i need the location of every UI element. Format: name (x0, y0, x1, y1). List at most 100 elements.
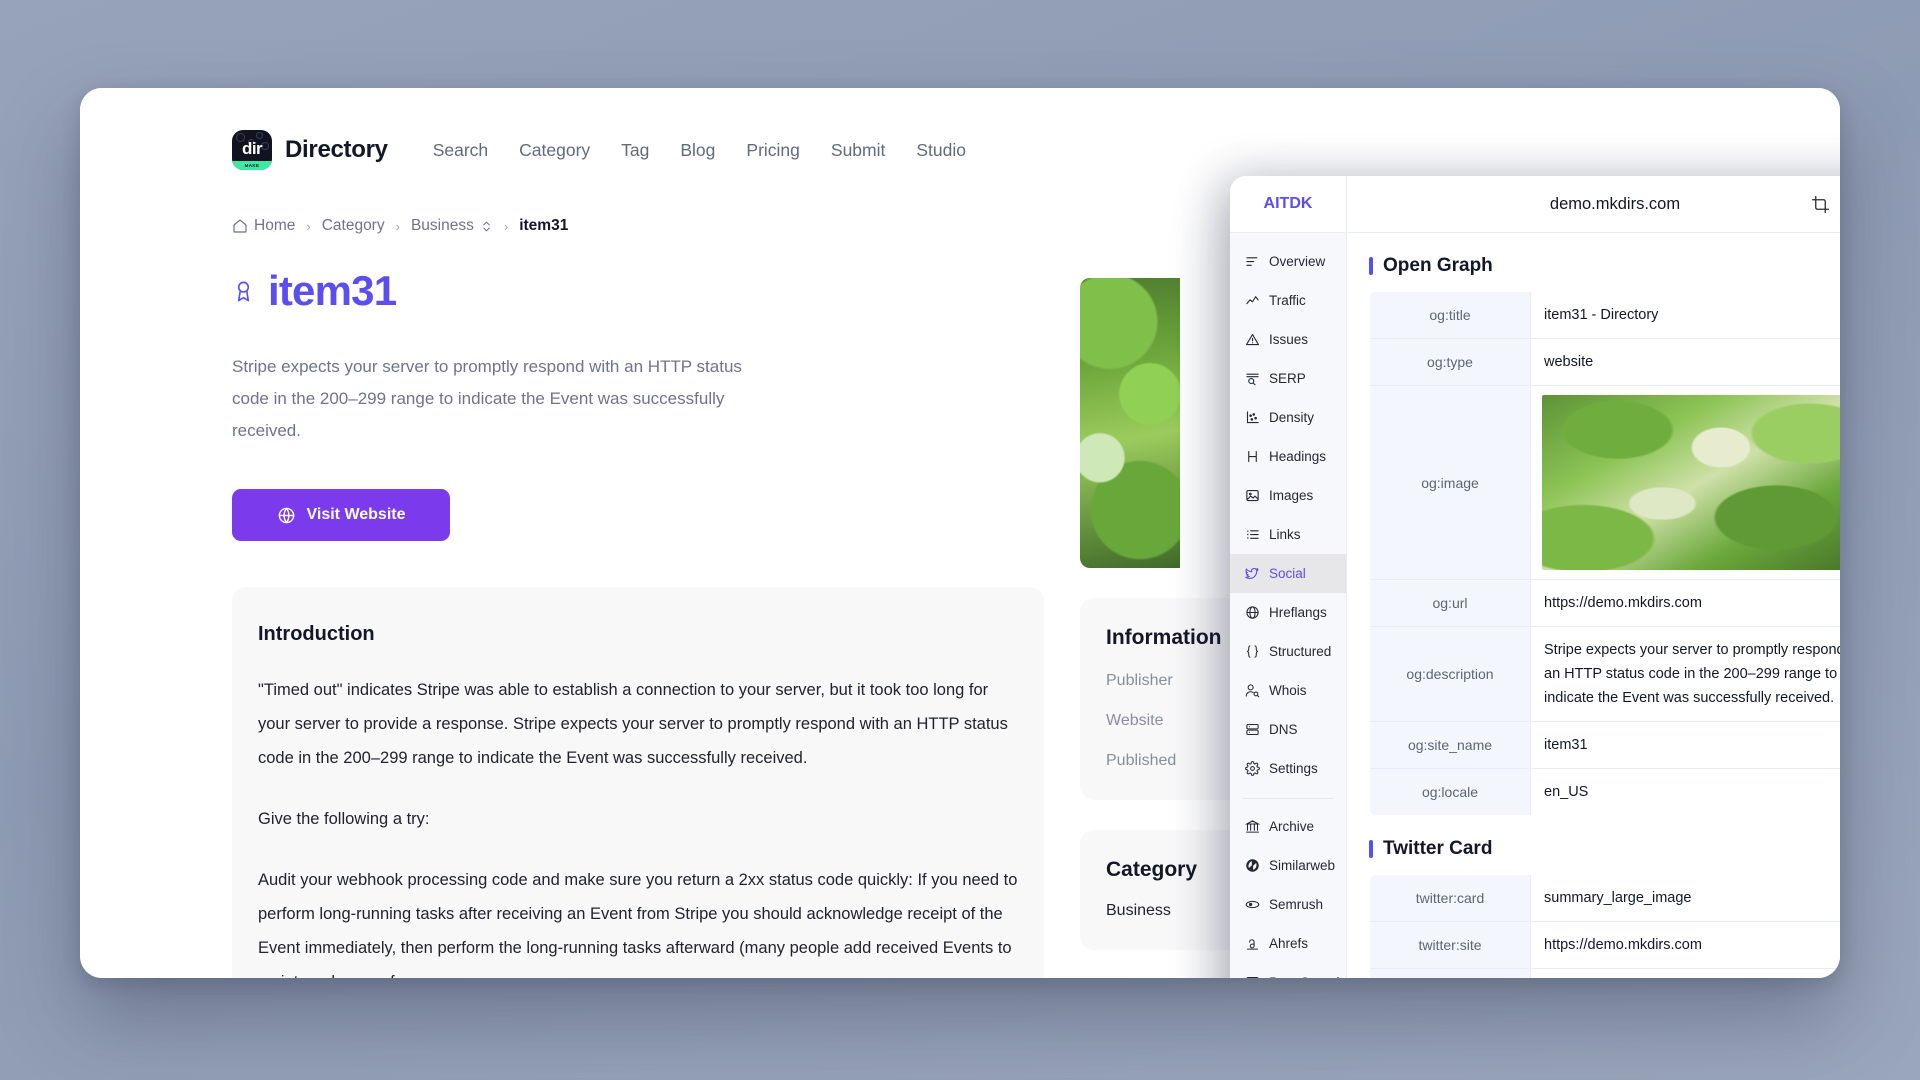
table-row: og:title item31 - Directory (1370, 292, 1840, 339)
sidebar-item-density[interactable]: Density (1230, 398, 1346, 437)
archive-bank-icon (1244, 819, 1260, 835)
browser-window: dir MAKE Directory Search Category Tag B… (80, 88, 1840, 978)
image-icon (1244, 488, 1260, 504)
extension-content: Open Graph og:title item31 - Directory o… (1347, 233, 1840, 978)
visit-website-button[interactable]: Visit Website (232, 489, 450, 541)
chart-line-icon (1244, 293, 1260, 309)
sidebar-item-similarweb[interactable]: Similarweb (1230, 846, 1346, 885)
twitter-card-table: twitter:card summary_large_image twitter… (1369, 874, 1840, 978)
extension-domain-label: demo.mkdirs.com (1549, 194, 1681, 213)
breadcrumb-label-business: Business (410, 217, 474, 234)
sidebar-label-serp: SERP (1269, 371, 1306, 386)
sidebar-label-ahrefs: Ahrefs (1269, 936, 1309, 951)
extension-topbar: AITDK demo.mkdirs.com (1230, 176, 1840, 233)
tw-key-site: twitter:site (1370, 921, 1531, 969)
visit-website-label: Visit Website (306, 506, 406, 523)
item-description: Stripe expects your server to promptly r… (232, 357, 742, 440)
breadcrumb-label-category: Category (321, 217, 385, 234)
sidebar-item-issues[interactable]: Issues (1230, 320, 1346, 359)
breadcrumb-item-business[interactable]: Business (411, 217, 493, 235)
chevron-updown-icon[interactable] (480, 219, 493, 234)
item-hero-image (1080, 278, 1180, 568)
nav-item-studio[interactable]: Studio (916, 140, 966, 161)
sidebar-label-archive: Archive (1269, 819, 1315, 834)
sidebar-item-ahrefs[interactable]: Ahrefs (1230, 924, 1346, 963)
sidebar-item-overview[interactable]: Overview (1230, 242, 1346, 281)
aitdk-extension-panel: AITDK demo.mkdirs.com Overview Traffic I… (1230, 176, 1840, 978)
sidebar-label-links: Links (1269, 527, 1301, 542)
breadcrumb-separator: › (395, 218, 400, 234)
links-list-icon (1244, 527, 1260, 543)
sidebar-item-serp[interactable]: SERP (1230, 359, 1346, 398)
extension-brand[interactable]: AITDK (1230, 176, 1347, 232)
sidebar-item-structured[interactable]: Structured (1230, 632, 1346, 671)
og-key-url: og:url (1370, 579, 1531, 627)
breadcrumb-item-category[interactable]: Category (322, 217, 385, 235)
sidebar-item-traffic[interactable]: Traffic (1230, 281, 1346, 320)
nav-item-search[interactable]: Search (433, 140, 488, 161)
sidebar-label-traffic: Traffic (1269, 293, 1306, 308)
table-row: og:image (1370, 385, 1840, 580)
tw-value-site[interactable]: https://demo.mkdirs.com (1530, 921, 1840, 969)
og-value-image (1530, 385, 1840, 580)
sidebar-item-pagespeed[interactable]: PageSpeed (1230, 963, 1346, 978)
logo-badge: MAKE (232, 161, 272, 170)
bird-icon (1244, 566, 1260, 582)
ahrefs-a-icon (1244, 936, 1260, 952)
introduction-card: Introduction "Timed out" indicates Strip… (232, 587, 1044, 978)
warning-triangle-icon (1244, 332, 1260, 348)
tw-key-card: twitter:card (1370, 875, 1531, 922)
og-value-type: website (1530, 338, 1840, 386)
sidebar-item-links[interactable]: Links (1230, 515, 1346, 554)
og-value-site-name: item31 (1530, 721, 1840, 769)
table-row: twitter:title item31 - Directory (1370, 968, 1840, 978)
list-icon (1244, 254, 1260, 270)
site-logo[interactable]: dir MAKE Directory (232, 130, 388, 170)
sidebar-item-archive[interactable]: Archive (1230, 807, 1346, 846)
sidebar-label-headings: Headings (1269, 449, 1327, 464)
pagespeed-gauge-icon (1244, 975, 1260, 978)
screenshot-icon[interactable] (1811, 195, 1830, 214)
braces-icon (1244, 644, 1260, 660)
og-image-preview[interactable] (1542, 395, 1840, 570)
main-nav: Search Category Tag Blog Pricing Submit … (433, 140, 966, 161)
nav-item-category[interactable]: Category (519, 140, 590, 161)
introduction-heading: Introduction (258, 623, 375, 645)
table-row: og:locale en_US (1370, 768, 1840, 815)
og-value-locale: en_US (1530, 768, 1840, 815)
server-icon (1244, 722, 1260, 738)
extension-body: Overview Traffic Issues SERP Density Hea… (1230, 233, 1840, 978)
sidebar-label-images: Images (1269, 488, 1314, 503)
sidebar-item-semrush[interactable]: Semrush (1230, 885, 1346, 924)
table-row: twitter:card summary_large_image (1370, 875, 1840, 922)
sidebar-item-social[interactable]: Social (1230, 554, 1346, 593)
sidebar-item-settings[interactable]: Settings (1230, 749, 1346, 788)
og-value-description: Stripe expects your server to promptly r… (1530, 626, 1840, 722)
introduction-paragraph-3: Audit your webhook processing code and m… (258, 871, 1018, 978)
sidebar-label-density: Density (1269, 410, 1315, 425)
nav-item-blog[interactable]: Blog (680, 140, 715, 161)
sidebar-item-hreflangs[interactable]: Hreflangs (1230, 593, 1346, 632)
logo-mark-icon: dir MAKE (232, 130, 272, 170)
breadcrumb-item-home[interactable]: Home (232, 217, 295, 235)
breadcrumb-separator: › (503, 218, 509, 234)
og-value-title: item31 - Directory (1530, 292, 1840, 339)
table-row: og:type website (1370, 338, 1840, 386)
sidebar-item-images[interactable]: Images (1230, 476, 1346, 515)
gear-icon (1244, 761, 1260, 777)
nav-item-pricing[interactable]: Pricing (746, 140, 800, 161)
scatter-icon (1244, 410, 1260, 426)
sidebar-item-whois[interactable]: Whois (1230, 671, 1346, 710)
og-value-url[interactable]: https://demo.mkdirs.com (1530, 579, 1840, 627)
sidebar-item-dns[interactable]: DNS (1230, 710, 1346, 749)
semrush-icon (1244, 897, 1260, 913)
og-key-image: og:image (1370, 385, 1531, 580)
nav-item-submit[interactable]: Submit (831, 140, 885, 161)
sidebar-item-headings[interactable]: Headings (1230, 437, 1346, 476)
globe-grid-icon (1244, 605, 1260, 621)
introduction-paragraph-1: "Timed out" indicates Stripe was able to… (258, 681, 1008, 767)
open-graph-table: og:title item31 - Directory og:type webs… (1369, 291, 1840, 816)
nav-item-tag[interactable]: Tag (621, 140, 649, 161)
sidebar-divider (1242, 798, 1334, 799)
tw-value-title: item31 - Directory (1530, 968, 1840, 978)
